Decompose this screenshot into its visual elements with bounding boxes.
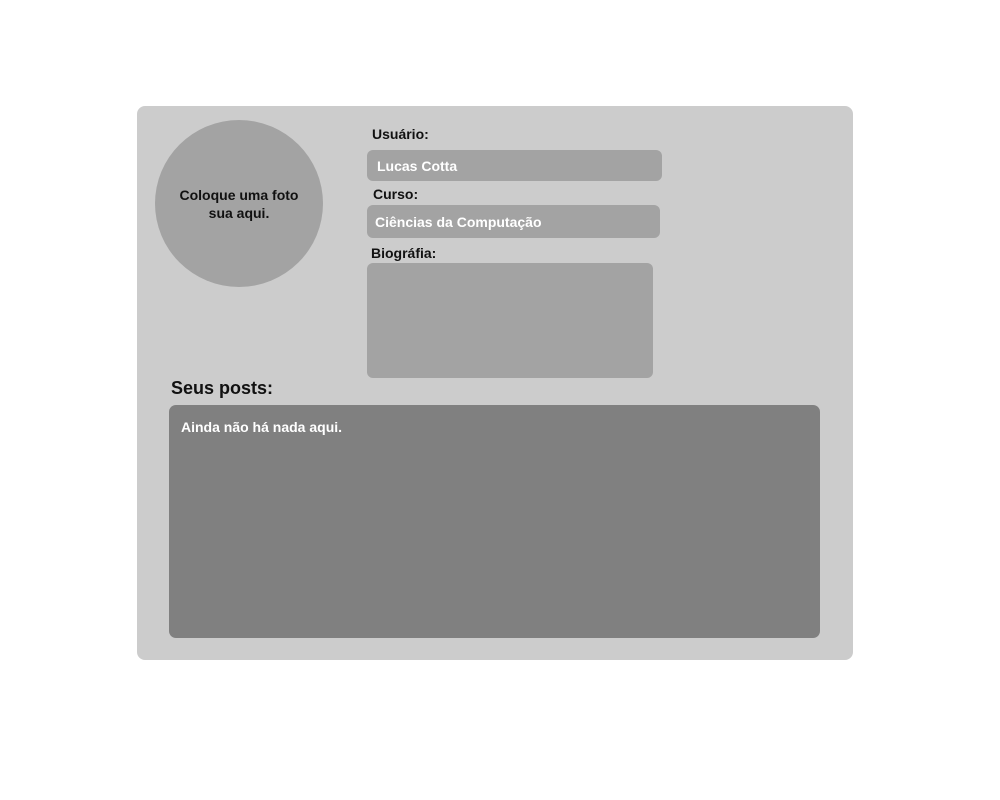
bio-label: Biográfia: — [371, 245, 437, 261]
course-field[interactable]: Ciências da Computação — [367, 205, 660, 238]
user-label: Usuário: — [372, 126, 429, 142]
posts-title: Seus posts: — [171, 378, 274, 398]
course-field-value: Ciências da Computação — [375, 213, 542, 230]
user-field-value: Lucas Cotta — [377, 157, 458, 174]
user-field[interactable]: Lucas Cotta — [367, 150, 662, 181]
bio-textarea[interactable] — [367, 263, 653, 378]
course-label: Curso: — [373, 186, 419, 202]
photo-placeholder-text: Coloque uma foto sua aqui. — [179, 186, 299, 221]
posts-empty-message: Ainda não há nada aqui. — [181, 419, 343, 435]
posts-container: Ainda não há nada aqui. — [169, 405, 820, 638]
profile-card: Coloque uma foto sua aqui. Usuário: Luca… — [137, 106, 853, 660]
profile-photo-placeholder[interactable]: Coloque uma foto sua aqui. — [155, 120, 323, 287]
